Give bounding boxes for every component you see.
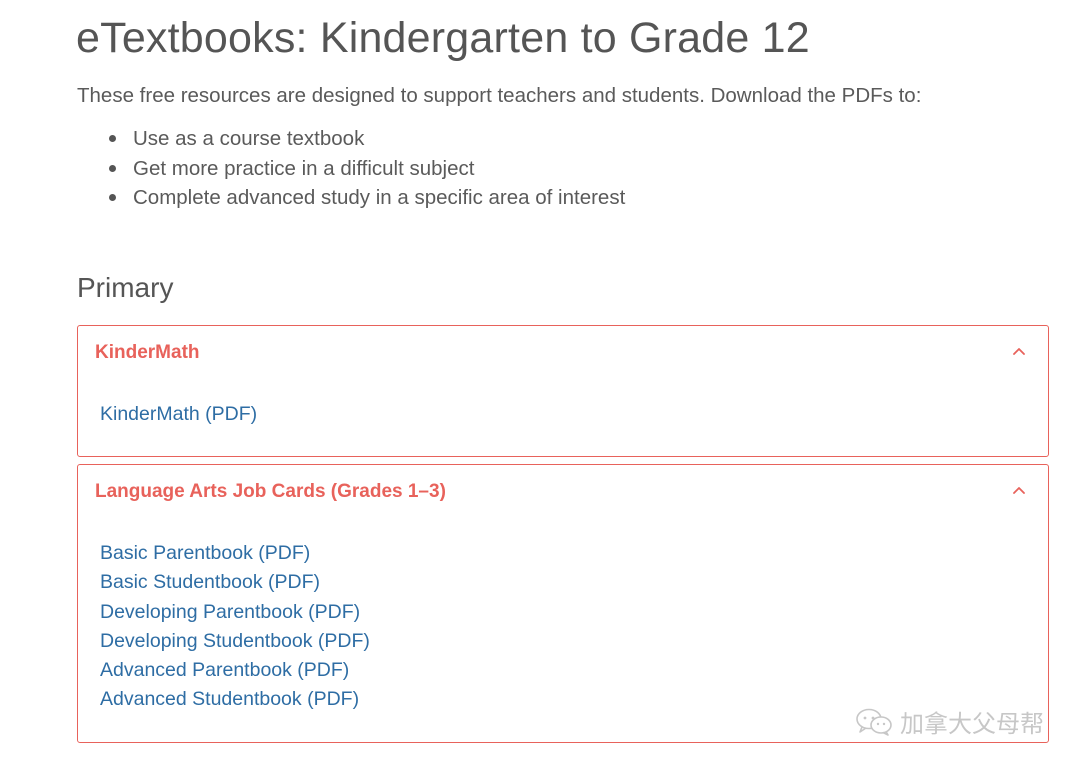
watermark-text: 加拿大父母帮 — [900, 710, 1044, 738]
pdf-link-advanced-parentbook[interactable]: Advanced Parentbook (PDF) — [100, 659, 349, 681]
pdf-link-kindermath[interactable]: KinderMath (PDF) — [100, 403, 257, 425]
wechat-icon — [856, 708, 892, 736]
page-title: eTextbooks: Kindergarten to Grade 12 — [76, 14, 810, 62]
accordion-panel-language-arts: Language Arts Job Cards (Grades 1–3) Bas… — [77, 464, 1049, 743]
watermark: 加拿大父母帮 — [854, 704, 1044, 739]
list-item: Get more practice in a difficult subject — [105, 154, 625, 184]
bullet-icon — [109, 194, 116, 201]
list-item: Developing Studentbook (PDF) — [100, 627, 370, 656]
chevron-up-icon[interactable] — [1012, 483, 1026, 497]
list-item: Basic Studentbook (PDF) — [100, 568, 370, 597]
purpose-list: Use as a course textbook Get more practi… — [105, 124, 625, 213]
pdf-link-basic-studentbook[interactable]: Basic Studentbook (PDF) — [100, 571, 320, 593]
pdf-link-advanced-studentbook[interactable]: Advanced Studentbook (PDF) — [100, 688, 359, 710]
accordion-header-kindermath[interactable]: KinderMath — [78, 326, 1048, 382]
list-item-label: Complete advanced study in a specific ar… — [133, 186, 626, 209]
list-item: Use as a course textbook — [105, 124, 625, 154]
bullet-icon — [109, 135, 116, 142]
list-item-label: Use as a course textbook — [133, 127, 365, 150]
pdf-link-developing-parentbook[interactable]: Developing Parentbook (PDF) — [100, 601, 360, 623]
pdf-link-list: KinderMath (PDF) — [100, 400, 257, 429]
section-title-primary: Primary — [77, 272, 174, 303]
pdf-link-list: Basic Parentbook (PDF) Basic Studentbook… — [100, 539, 370, 715]
list-item: Advanced Studentbook (PDF) — [100, 685, 370, 714]
intro-text: These free resources are designed to sup… — [77, 84, 922, 107]
accordion-panel-kindermath: KinderMath KinderMath (PDF) — [77, 325, 1049, 457]
chevron-up-icon[interactable] — [1012, 344, 1026, 358]
bullet-icon — [109, 164, 116, 172]
list-item: Basic Parentbook (PDF) — [100, 539, 370, 568]
pdf-link-basic-parentbook[interactable]: Basic Parentbook (PDF) — [100, 542, 310, 564]
list-item: KinderMath (PDF) — [100, 400, 257, 429]
list-item: Developing Parentbook (PDF) — [100, 598, 370, 627]
list-item: Complete advanced study in a specific ar… — [105, 183, 625, 213]
accordion-heading: KinderMath — [95, 342, 200, 363]
list-item: Advanced Parentbook (PDF) — [100, 656, 370, 685]
accordion-heading: Language Arts Job Cards (Grades 1–3) — [95, 481, 446, 502]
pdf-link-developing-studentbook[interactable]: Developing Studentbook (PDF) — [100, 630, 370, 652]
list-item-label: Get more practice in a difficult subject — [133, 156, 475, 180]
accordion-header-language-arts[interactable]: Language Arts Job Cards (Grades 1–3) — [78, 465, 1048, 521]
